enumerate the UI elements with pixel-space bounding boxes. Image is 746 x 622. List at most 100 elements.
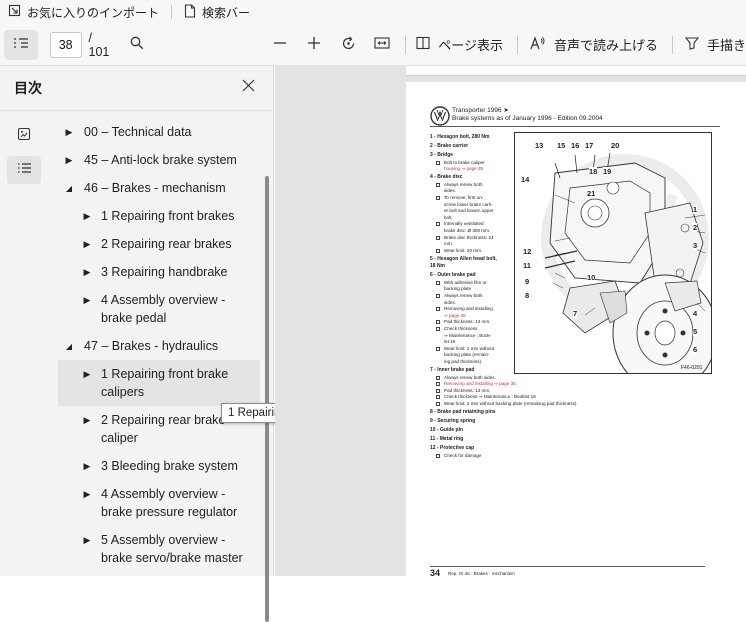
read-aloud-icon [530, 36, 546, 53]
part-note: Always renew both sides. [444, 374, 496, 380]
part-title: 4 - Brake disc [430, 174, 463, 181]
header-rule [430, 126, 720, 127]
toc-item[interactable]: ▶ 3 Repairing handbrake [58, 264, 260, 286]
toc-item[interactable]: ▶ 2 Repairing rear brakes [58, 236, 260, 258]
part-note: Check thickness [444, 326, 478, 331]
sidebar-rail [0, 111, 48, 576]
toc-item-label-continued: caliper [101, 431, 138, 445]
page-number: 34 [430, 568, 441, 578]
fit-width-icon [374, 37, 390, 52]
caret-right-icon[interactable]: ▶ [82, 412, 92, 430]
toc-sidebar: 目次 ▶ 00 – Technical data ▶ 45 – Anti-lock b… [0, 66, 274, 622]
part-note: ing pad thickness). [444, 359, 483, 364]
page-icon [184, 3, 196, 21]
part-note: screw lower brake carri- [444, 201, 493, 207]
fit-to-width-button[interactable] [369, 30, 395, 60]
caret-down-icon[interactable]: ◢ [64, 180, 74, 198]
part-note: ⇒ Maintenance ; Book- [444, 332, 492, 338]
toc-item-label: 46 – Brakes - mechanism [84, 181, 226, 195]
caret-right-icon[interactable]: ▶ [82, 292, 92, 310]
caret-right-icon[interactable]: ▶ [82, 458, 92, 476]
close-sidebar-button[interactable] [238, 78, 258, 98]
part-note: ⇒ page 35 [444, 312, 466, 318]
part-note: backing plate [444, 286, 472, 292]
zoom-in-button[interactable] [302, 30, 326, 60]
note-checkbox-icon [436, 294, 440, 298]
toc-item[interactable]: ▶ 00 – Technical data [58, 124, 260, 146]
caret-right-icon[interactable]: ▶ [64, 124, 74, 142]
part-note: Check thickness ⇒ Maintenance ; Booklet … [444, 394, 536, 400]
zoom-out-button[interactable] [268, 30, 292, 60]
diagram-callout: 9 [525, 277, 530, 286]
search-bar-link[interactable]: 検索バー [176, 0, 258, 24]
caret-right-icon[interactable]: ▶ [82, 264, 92, 282]
toc-item-label: 3 Repairing handbrake [101, 265, 228, 279]
part-title-continued: 18 Nm [430, 263, 446, 270]
document-viewer[interactable]: Transporter 1996 ➤ Brake systems as of J… [275, 66, 746, 578]
part-title: 6 - Outer brake pad [430, 272, 476, 279]
part-note: Internally ventilated [444, 221, 484, 227]
part-title: 2 - Brake carrier [430, 143, 469, 149]
toc-scrollbar[interactable] [265, 176, 269, 622]
brake-diagram-drawing [541, 152, 711, 373]
diagram-callout: 16 [571, 141, 580, 150]
part-note: Pad thickness: 13 mm. [444, 319, 491, 325]
toc-item[interactable]: ▶ 4 Assembly overview - brake pedal [58, 292, 260, 336]
contents-tab[interactable] [7, 156, 41, 184]
thumbnail-icon [17, 127, 31, 146]
rotate-button[interactable] [336, 30, 362, 60]
table-of-contents-button[interactable] [4, 29, 38, 60]
find-button[interactable] [124, 30, 150, 60]
part-note: backing plate (remain- [444, 352, 490, 358]
toc-item-label: 1 Repairing front brake [101, 367, 229, 381]
note-checkbox-icon [436, 195, 440, 200]
part-note: To remove, first un- [444, 194, 484, 200]
part-title: 5 - Hexagon Allen head bolt, [430, 255, 497, 262]
note-checkbox-icon [436, 375, 440, 380]
thumbnails-tab[interactable] [7, 122, 41, 150]
part-note: Wear limit: 20 mm. [444, 247, 483, 253]
page-number-input[interactable]: 38 [49, 31, 82, 58]
draw-button[interactable]: 手描き [684, 35, 746, 54]
note-checkbox-icon [436, 388, 440, 393]
caret-right-icon[interactable]: ▶ [82, 486, 92, 504]
caret-right-icon[interactable]: ▶ [82, 532, 92, 550]
previous-page-edge [406, 66, 746, 76]
pdf-toolbar: 38 / 101 ページ表示 音声で読み上げる 手描き [0, 24, 746, 66]
contents-list-icon [13, 37, 29, 52]
part-title: 1 - Hexagon bolt, 280 Nm [430, 134, 490, 140]
favorites-divider [171, 5, 173, 19]
toc-item-label: 4 Assembly overview - [101, 487, 226, 501]
caret-right-icon[interactable]: ▶ [82, 208, 92, 226]
part-note: With adhesive film or [444, 279, 487, 285]
caret-right-icon[interactable]: ▶ [82, 366, 92, 384]
note-checkbox-icon [436, 182, 440, 187]
caret-right-icon[interactable]: ▶ [82, 236, 92, 254]
note-checkbox-icon [436, 307, 440, 312]
toc-item[interactable]: ▶ 1 Repairing front brakes [58, 208, 260, 230]
import-favorites-link[interactable]: お気に入りのインポート [0, 0, 167, 24]
read-aloud-button[interactable]: 音声で読み上げる [530, 35, 658, 54]
toc-item[interactable]: ▶ 1 Repairing front brake calipers [58, 360, 260, 406]
toc-item[interactable]: ◢ 47 – Brakes - hydraulics [58, 338, 260, 360]
toc-item[interactable]: ▶ 4 Assembly overview - brake pressure reg… [58, 486, 260, 530]
caret-right-icon[interactable]: ▶ [64, 152, 74, 170]
toc-item[interactable]: ▶ 45 – Anti-lock brake system [58, 152, 260, 174]
toc-item-label-continued: brake pressure regulator [101, 505, 238, 519]
diagram-callout: 21 [587, 189, 596, 198]
toc-item[interactable]: ◢ 46 – Brakes - mechanism [58, 180, 260, 202]
diagram-callout: 11 [523, 261, 531, 270]
part-note: Pad thickness: 13 mm. [444, 387, 491, 393]
page-view-button[interactable]: ページ表示 [416, 35, 503, 54]
toc-item-label-continued: brake servo/brake master [101, 551, 243, 565]
diagram-callout: 17 [585, 141, 594, 150]
toc-item[interactable]: ▶ 3 Bleeding brake system [58, 458, 260, 480]
note-checkbox-icon [436, 235, 440, 240]
caret-down-icon[interactable]: ◢ [64, 338, 74, 356]
toolbar-divider [516, 35, 518, 54]
favorites-bar: お気に入りのインポート 検索バー [0, 0, 746, 24]
toc-item-label: 4 Assembly overview - [101, 293, 226, 307]
toc-item-label-continued: calipers [101, 385, 145, 399]
import-favorites-label: お気に入りのインポート [27, 5, 160, 20]
toc-item[interactable]: ▶ 5 Assembly overview - brake servo/brake … [58, 532, 260, 576]
